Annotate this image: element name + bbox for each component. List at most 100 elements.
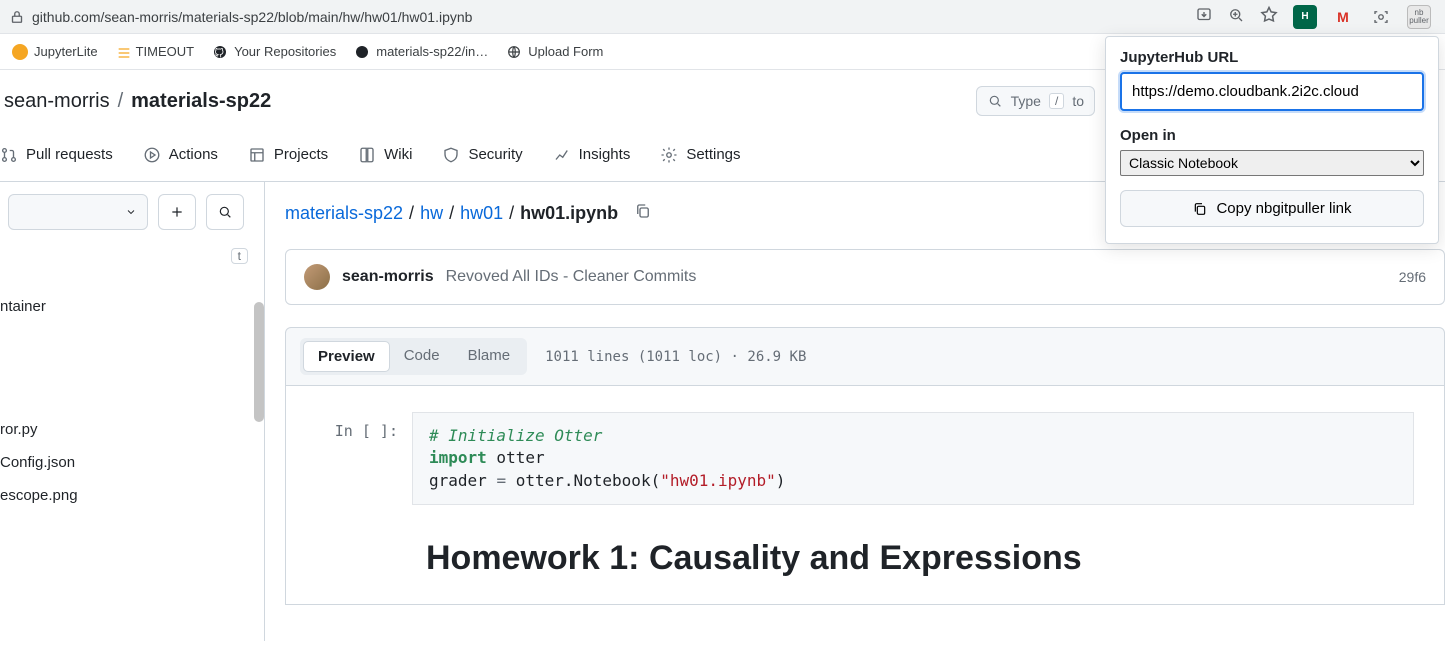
commit-author[interactable]: sean-morris [342,268,434,286]
path-segment[interactable]: hw [420,203,443,224]
tab-label: Settings [686,146,740,163]
bookmark-label: Upload Form [528,44,603,59]
omnibox-actions: H M nbpuller [1195,5,1437,29]
projects-icon [248,146,266,164]
bookmark-jupyterlite[interactable]: JupyterLite [12,44,98,60]
jupyterhub-url-input[interactable] [1120,72,1424,111]
copy-icon [1192,201,1208,217]
play-icon [143,146,161,164]
cell-code: # Initialize Otter import otter grader =… [412,412,1414,505]
breadcrumb-separator: / [449,203,454,224]
plus-icon [169,204,185,220]
add-file-button[interactable] [158,194,196,230]
bookmark-timeout[interactable]: TIMEOUT [116,44,195,59]
url-text[interactable]: github.com/sean-morris/materials-sp22/bl… [32,9,1195,25]
tab-label: Pull requests [26,146,113,163]
path-root[interactable]: materials-sp22 [285,203,403,224]
code-string: "hw01.ipynb" [660,471,776,490]
nbgitpuller-popup: JupyterHub URL Open in Classic Notebook … [1105,36,1439,244]
breadcrumb-separator: / [409,203,414,224]
file-finder-shortcut[interactable]: t [231,248,248,264]
extension-icon-2[interactable]: M [1331,5,1355,29]
tab-preview[interactable]: Preview [303,341,390,372]
tab-insights[interactable]: Insights [553,146,631,180]
bookmark-upload-form[interactable]: Upload Form [506,44,603,60]
file-item[interactable]: Config.json [0,446,248,479]
timeout-icon [116,45,130,59]
cell-prompt: In [ ]: [316,412,412,505]
repo-name[interactable]: materials-sp22 [131,90,271,113]
tab-settings[interactable]: Settings [660,146,740,180]
chevron-down-icon [125,206,137,218]
tab-projects[interactable]: Projects [248,146,328,180]
tab-security[interactable]: Security [442,146,522,180]
open-in-select[interactable]: Classic Notebook [1120,150,1424,176]
code-keyword: import [429,448,487,467]
code-text: ) [776,471,786,490]
copy-link-label: Copy nbgitpuller link [1216,200,1351,217]
extension-screenshot-icon[interactable] [1369,5,1393,29]
notebook-heading: Homework 1: Causality and Expressions [426,539,1414,578]
search-icon [987,93,1003,109]
bookmark-materials[interactable]: materials-sp22/in… [354,44,488,60]
code-text: otter [487,448,545,467]
search-hint-prefix: Type [1011,93,1041,109]
jupyter-icon [12,44,28,60]
bookmark-label: TIMEOUT [136,44,195,59]
path-segment[interactable]: hw01 [460,203,503,224]
copy-path-button[interactable] [634,202,652,225]
tab-blame[interactable]: Blame [454,341,525,372]
zoom-icon[interactable] [1227,6,1245,27]
path-current-file: hw01.ipynb [520,203,618,224]
tab-wiki[interactable]: Wiki [358,146,412,180]
file-item[interactable]: ror.py [0,413,248,446]
bookmark-star-icon[interactable] [1259,5,1279,28]
latest-commit-bar[interactable]: sean-morris Revoved All IDs - Cleaner Co… [285,249,1445,305]
file-meta: 1011 lines (1011 loc) · 26.9 KB [545,349,806,365]
search-icon [217,204,233,220]
breadcrumb-separator: / [118,90,124,113]
commit-message[interactable]: Revoved All IDs - Cleaner Commits [446,268,697,286]
repo-search[interactable]: Type / to [976,86,1095,116]
code-operator: = [496,471,506,490]
bookmark-label: JupyterLite [34,44,98,59]
book-icon [358,146,376,164]
search-hint-key: / [1049,93,1064,109]
file-item[interactable]: escope.png [0,479,248,512]
branch-select[interactable] [8,194,148,230]
gear-icon [660,146,678,164]
extension-icon-1[interactable]: H [1293,5,1317,29]
file-item[interactable]: ntainer [0,290,248,323]
repo-owner[interactable]: sean-morris [4,90,110,113]
file-tree-sidebar: t ntainer ror.py Config.json escope.png [0,182,265,641]
site-info-icon[interactable] [8,8,26,26]
file-toolbar: Preview Code Blame 1011 lines (1011 loc)… [285,327,1445,386]
bookmark-label: materials-sp22/in… [376,44,488,59]
repo-breadcrumb: sean-morris / materials-sp22 [4,90,271,113]
avatar[interactable] [304,264,330,290]
bookmark-your-repos[interactable]: Your Repositories [212,44,336,60]
tab-label: Actions [169,146,218,163]
globe-icon [506,44,522,60]
search-files-button[interactable] [206,194,244,230]
commit-sha[interactable]: 29f6 [1399,269,1426,285]
tab-code[interactable]: Code [390,341,454,372]
code-comment: # Initialize Otter [429,426,602,445]
tab-label: Wiki [384,146,412,163]
bookmark-label: Your Repositories [234,44,336,59]
file-list: ntainer ror.py Config.json escope.png [0,290,248,512]
browser-url-bar: github.com/sean-morris/materials-sp22/bl… [0,0,1445,34]
tab-actions[interactable]: Actions [143,146,218,180]
breadcrumb-separator: / [509,203,514,224]
tab-label: Security [468,146,522,163]
graph-icon [553,146,571,164]
search-hint-suffix: to [1072,93,1084,109]
code-text: grader [429,471,496,490]
notebook-preview: In [ ]: # Initialize Otter import otter … [285,386,1445,605]
main-split: t ntainer ror.py Config.json escope.png … [0,182,1445,641]
extension-nbgitpuller-icon[interactable]: nbpuller [1407,5,1431,29]
tab-pull-requests[interactable]: Pull requests [0,146,113,180]
scrollbar-thumb[interactable] [254,302,264,422]
copy-link-button[interactable]: Copy nbgitpuller link [1120,190,1424,227]
install-app-icon[interactable] [1195,6,1213,27]
